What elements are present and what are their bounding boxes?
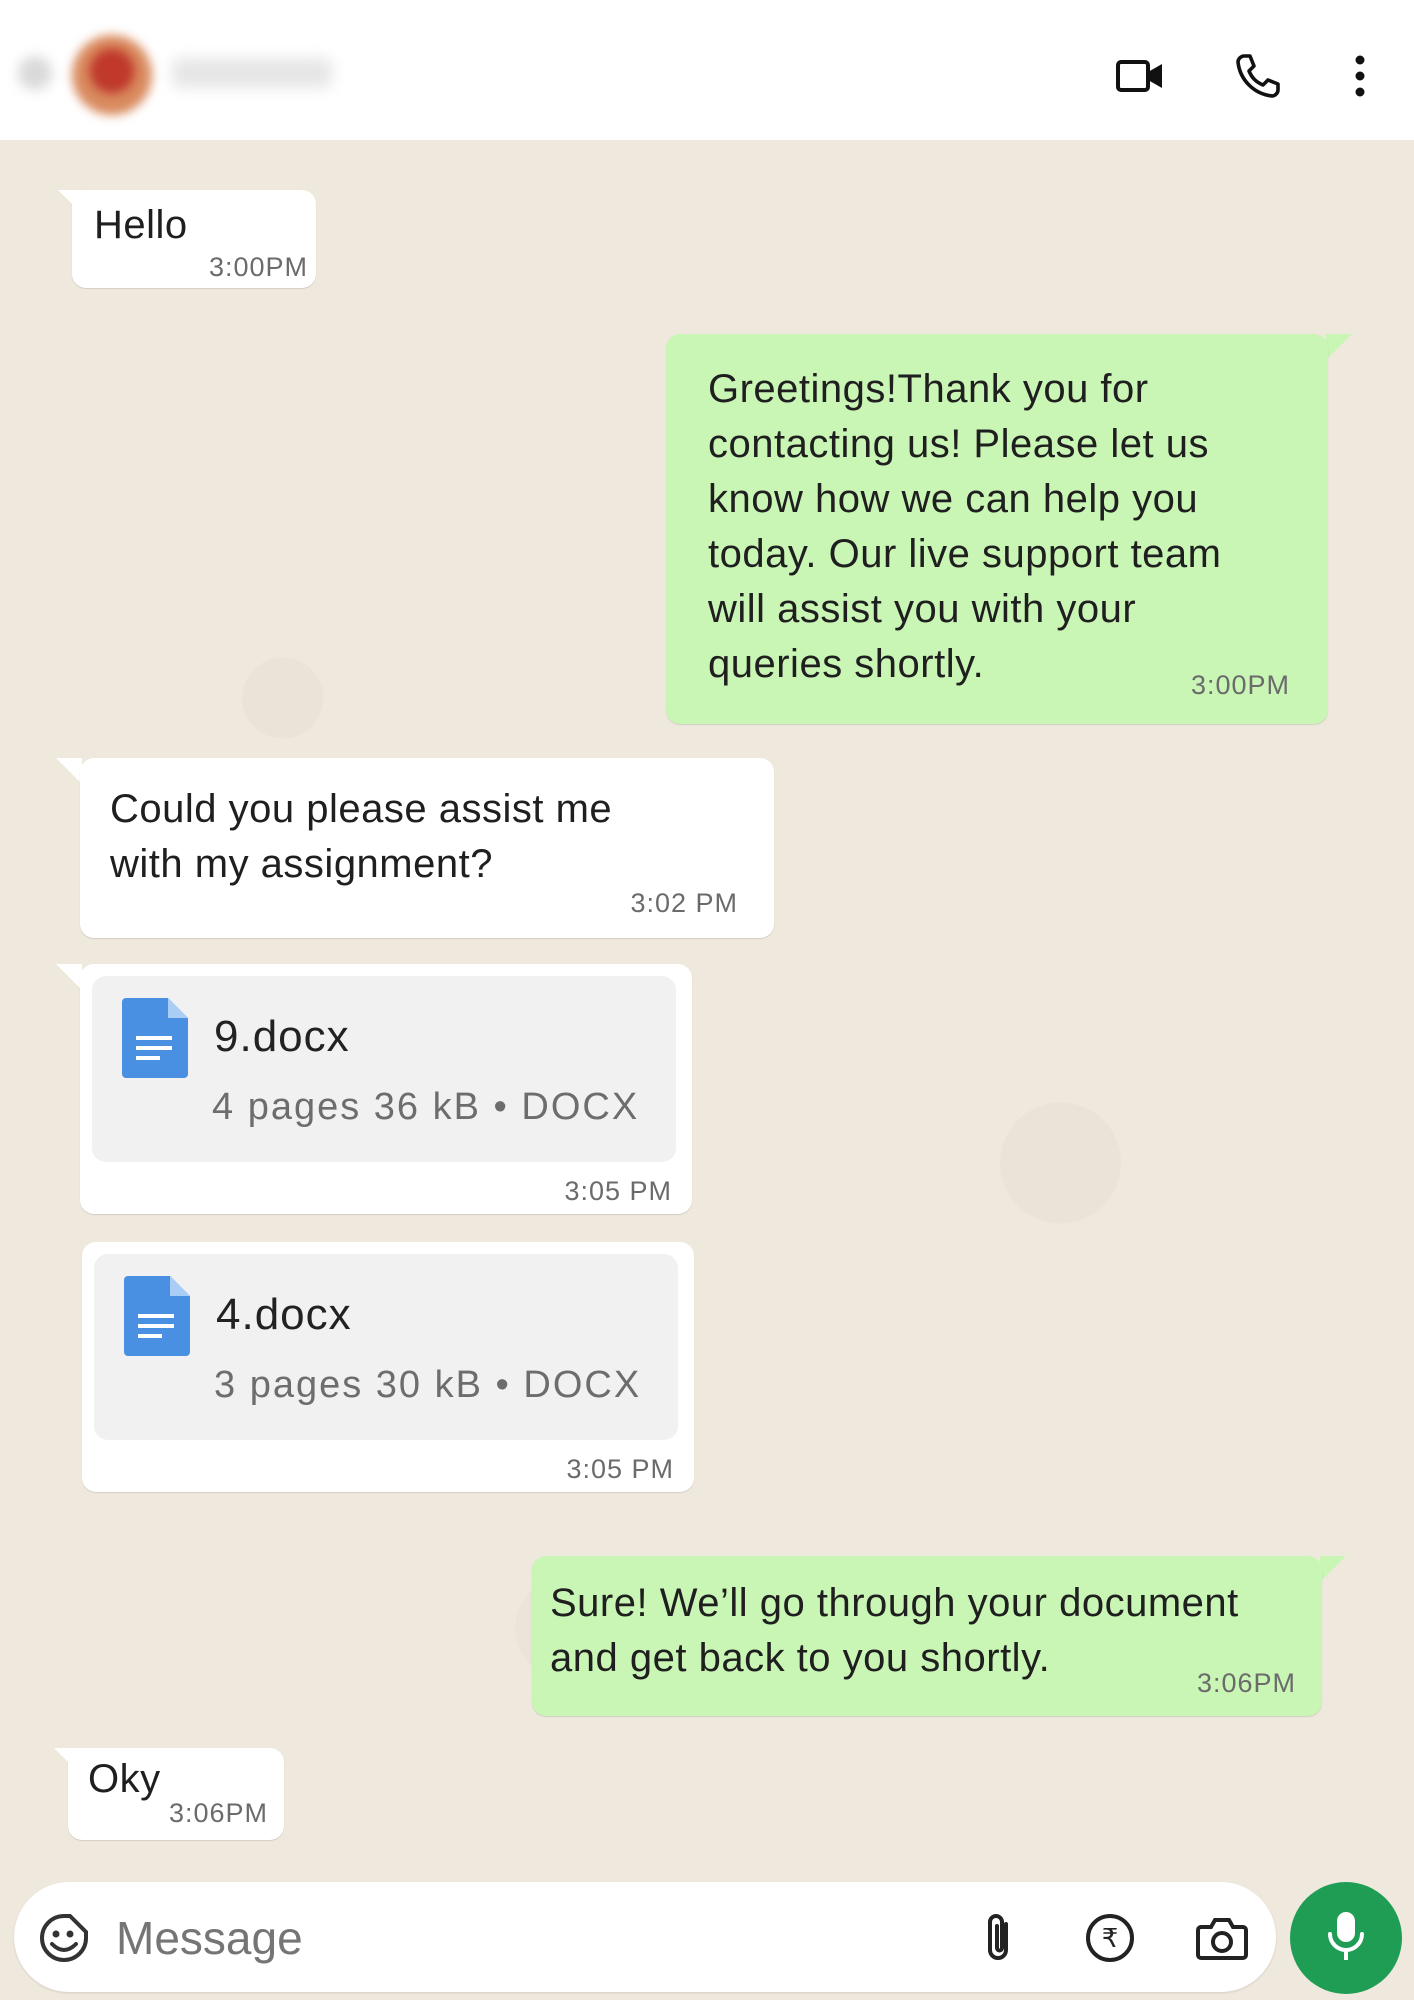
message-bubble-outgoing[interactable]: Greetings!Thank you for contacting us! P… — [666, 334, 1328, 724]
camera-icon[interactable] — [1192, 1908, 1252, 1968]
back-arrow-icon[interactable] — [18, 56, 52, 90]
message-text: Sure! We’ll go through your document and… — [550, 1576, 1239, 1686]
message-line: Greetings!Thank you for — [708, 367, 1149, 411]
document-name: 9.docx — [214, 1012, 350, 1061]
message-line: today. Our live support team — [708, 532, 1222, 576]
message-bubble-outgoing[interactable]: Sure! We’ll go through your document and… — [532, 1556, 1322, 1716]
message-line: and get back to you shortly. — [550, 1636, 1051, 1680]
message-bubble-incoming[interactable]: Oky 3:06PM — [68, 1748, 284, 1840]
message-composer[interactable]: ₹ — [14, 1882, 1276, 1992]
message-line: queries shortly. — [708, 642, 985, 686]
message-line: with my assignment? — [110, 842, 493, 886]
message-time: 3:05 PM — [566, 1454, 674, 1484]
svg-text:₹: ₹ — [1102, 1924, 1119, 1954]
bubble-tail — [1320, 1556, 1346, 1582]
message-text: Oky — [88, 1757, 161, 1801]
message-bubble-incoming[interactable]: Hello 3:00PM — [72, 190, 316, 288]
video-call-icon[interactable] — [1112, 48, 1168, 104]
attach-icon[interactable] — [970, 1908, 1026, 1968]
message-time: 3:06PM — [168, 1798, 268, 1828]
message-text: Hello — [94, 203, 188, 247]
message-time: 3:02 PM — [630, 888, 738, 918]
document-name: 4.docx — [216, 1290, 352, 1339]
message-text: Greetings!Thank you for contacting us! P… — [708, 362, 1222, 692]
payment-icon[interactable]: ₹ — [1080, 1908, 1140, 1968]
message-text: Could you please assist me with my assig… — [110, 782, 612, 892]
document-icon — [124, 1276, 190, 1361]
document-card[interactable]: 9.docx 4 pages 36 kB • DOCX — [92, 976, 676, 1162]
message-time: 3:05 PM — [564, 1176, 672, 1206]
message-line: Could you please assist me — [110, 787, 613, 831]
bubble-tail — [1326, 334, 1352, 360]
emoji-icon[interactable] — [36, 1910, 92, 1966]
chat-header — [0, 0, 1414, 140]
document-meta: 4 pages 36 kB • DOCX — [212, 1086, 640, 1128]
avatar[interactable] — [72, 35, 152, 115]
message-line: Sure! We’ll go through your document — [550, 1581, 1239, 1625]
message-line: contacting us! Please let us — [708, 422, 1209, 466]
document-message[interactable]: 4.docx 3 pages 30 kB • DOCX 3:05 PM — [82, 1242, 694, 1492]
mic-button[interactable] — [1290, 1882, 1402, 1994]
document-card[interactable]: 4.docx 3 pages 30 kB • DOCX — [94, 1254, 678, 1440]
message-line: will assist you with your — [708, 587, 1137, 631]
message-time: 3:00PM — [208, 252, 308, 282]
mic-icon — [1324, 1908, 1368, 1969]
voice-call-icon[interactable] — [1230, 48, 1286, 104]
message-input[interactable] — [116, 1911, 716, 1965]
contact-name[interactable] — [172, 58, 332, 88]
message-time: 3:00PM — [1190, 670, 1290, 700]
document-meta: 3 pages 30 kB • DOCX — [214, 1364, 642, 1406]
message-time: 3:06PM — [1196, 1668, 1296, 1698]
more-options-icon[interactable] — [1332, 48, 1388, 104]
bubble-tail — [56, 758, 82, 784]
message-line: know how we can help you — [708, 477, 1199, 521]
document-icon — [122, 998, 188, 1083]
message-bubble-incoming[interactable]: Could you please assist me with my assig… — [80, 758, 774, 938]
document-message[interactable]: 9.docx 4 pages 36 kB • DOCX 3:05 PM — [80, 964, 692, 1214]
bubble-tail — [56, 964, 82, 990]
